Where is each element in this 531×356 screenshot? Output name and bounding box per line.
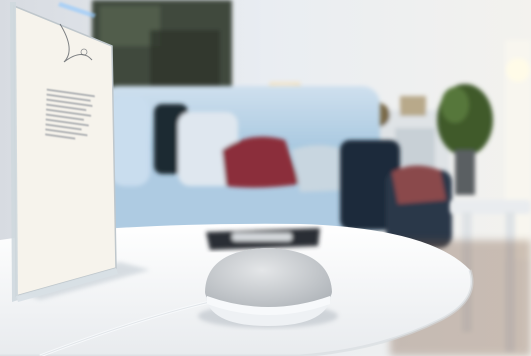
living-room-photo — [0, 0, 531, 356]
photo-canvas — [0, 0, 531, 356]
smart-speaker — [205, 248, 332, 326]
info-sign — [10, 2, 118, 302]
sign-text-block — [45, 85, 97, 146]
sign-body-lines — [45, 88, 97, 143]
window-glow — [506, 58, 530, 82]
